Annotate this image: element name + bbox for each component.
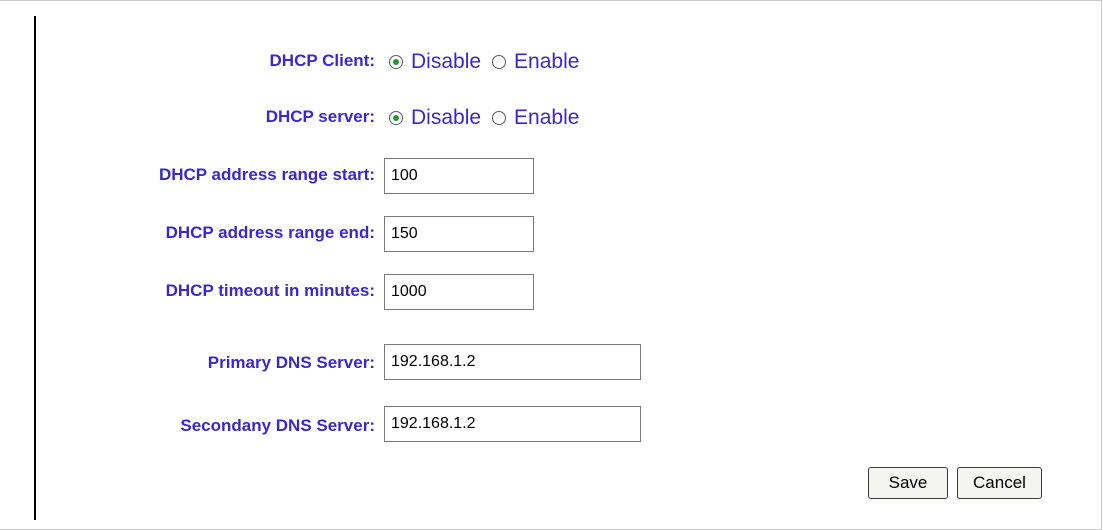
secondary-dns-label: Secondany DNS Server:: [180, 416, 375, 435]
timeout-input[interactable]: [384, 274, 534, 310]
dhcp-server-enable-radio[interactable]: [492, 111, 507, 125]
dhcp-server-enable-label[interactable]: Enable: [514, 106, 579, 130]
timeout-label: DHCP timeout in minutes:: [165, 281, 375, 300]
range-start-label: DHCP address range start:: [158, 165, 375, 184]
dhcp-client-radio-group: Disable Enable: [389, 50, 590, 74]
panel-frame: [0, 0, 1102, 530]
range-start-input[interactable]: [384, 158, 534, 194]
dhcp-client-disable-radio[interactable]: [389, 55, 403, 69]
secondary-dns-input[interactable]: [384, 406, 641, 442]
dhcp-server-disable-label[interactable]: Disable: [411, 106, 481, 130]
primary-dns-input[interactable]: [384, 344, 641, 380]
left-divider: [34, 16, 36, 520]
dhcp-client-enable-label[interactable]: Enable: [514, 50, 579, 74]
dhcp-server-radio-group: Disable Enable: [389, 106, 590, 130]
primary-dns-label: Primary DNS Server:: [207, 353, 375, 372]
dhcp-server-label: DHCP server:: [265, 107, 375, 126]
save-button[interactable]: Save: [868, 467, 948, 499]
range-end-label: DHCP address range end:: [165, 223, 375, 242]
dhcp-server-disable-radio[interactable]: [389, 111, 403, 125]
dhcp-client-enable-radio[interactable]: [492, 55, 507, 69]
range-end-input[interactable]: [384, 216, 534, 252]
dhcp-client-label: DHCP Client:: [269, 51, 375, 70]
cancel-button[interactable]: Cancel: [957, 467, 1042, 499]
radio-selected-dot: [393, 115, 399, 121]
dhcp-client-disable-label[interactable]: Disable: [411, 50, 481, 74]
radio-selected-dot: [393, 59, 399, 65]
